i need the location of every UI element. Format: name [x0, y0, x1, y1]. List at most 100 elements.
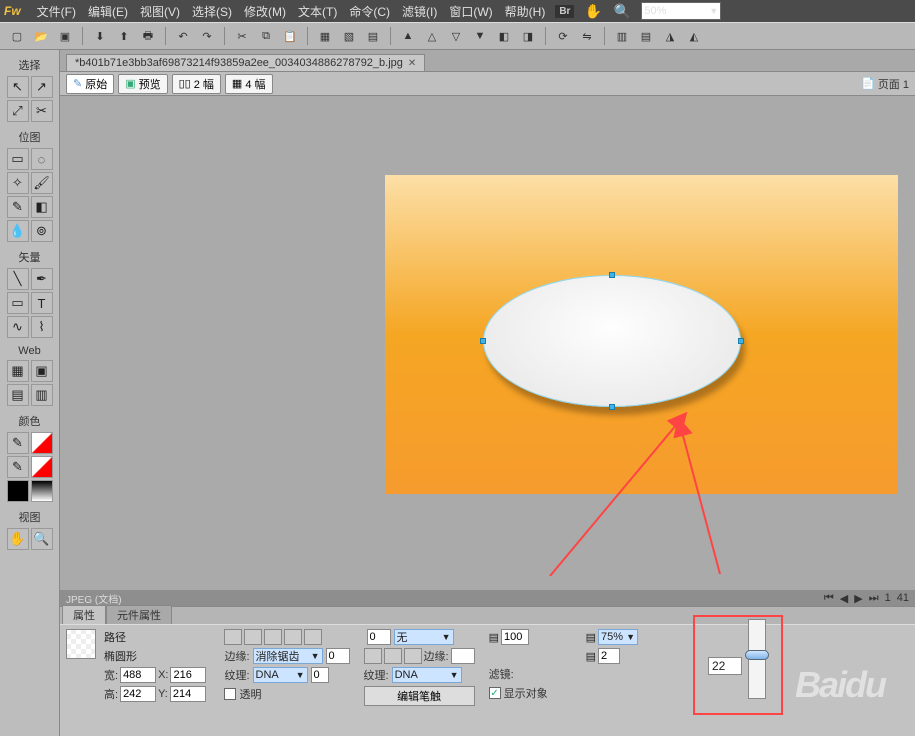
front-icon[interactable]: ▲	[397, 25, 419, 47]
zoom-select[interactable]: 50%▼	[641, 2, 721, 20]
t1-icon[interactable]: ▥	[611, 25, 633, 47]
width-input[interactable]	[120, 667, 156, 683]
menu-window[interactable]: 窗口(W)	[443, 3, 498, 20]
hand-tool-icon[interactable]: ✋	[7, 528, 29, 550]
stroke-edge-input[interactable]	[451, 648, 475, 664]
handle-right[interactable]	[738, 338, 744, 344]
back-icon[interactable]: ▼	[469, 25, 491, 47]
hide-slice-icon[interactable]: ▤	[7, 384, 29, 406]
fill-type-2[interactable]	[244, 629, 262, 645]
pointer-tool-icon[interactable]: ↖	[7, 76, 29, 98]
import-icon[interactable]: ⬇	[89, 25, 111, 47]
nav-next-icon[interactable]: ▶	[854, 592, 862, 605]
handle-left[interactable]	[480, 338, 486, 344]
scale-tool-icon[interactable]: ⤢	[7, 100, 29, 122]
nav-prev-icon[interactable]: ◀	[840, 592, 848, 605]
fill-type-3[interactable]	[264, 629, 282, 645]
knife-tool-icon[interactable]: ⌇	[31, 316, 53, 338]
texture-amount-input[interactable]	[311, 667, 329, 683]
hotspot-tool-icon[interactable]: ▣	[31, 360, 53, 382]
handle-top[interactable]	[609, 272, 615, 278]
close-tab-icon[interactable]: ✕	[408, 58, 416, 69]
fill-type-4[interactable]	[284, 629, 302, 645]
page-indicator[interactable]: 📄页面 1	[861, 76, 909, 92]
menu-text[interactable]: 文本(T)	[292, 3, 343, 20]
open-icon[interactable]: 📂	[30, 25, 52, 47]
forward-icon[interactable]: △	[421, 25, 443, 47]
stroke-swatch[interactable]	[31, 432, 53, 454]
flip-icon[interactable]: ⇋	[576, 25, 598, 47]
eyedropper-stroke-icon[interactable]: ✎	[7, 432, 29, 454]
align2-icon[interactable]: ◨	[517, 25, 539, 47]
pen-tool-icon[interactable]: ✒	[31, 268, 53, 290]
cut-icon[interactable]: ✂	[231, 25, 253, 47]
crop-tool-icon[interactable]: ✂	[31, 100, 53, 122]
menu-filter[interactable]: 滤镜(I)	[396, 3, 443, 20]
rotate-icon[interactable]: ⟳	[552, 25, 574, 47]
pencil-tool-icon[interactable]: ✎	[7, 196, 29, 218]
ungroup-icon[interactable]: ▧	[338, 25, 360, 47]
texture-select[interactable]: DNA▼	[253, 667, 308, 683]
stroke-align-1[interactable]	[364, 648, 382, 664]
default-colors-icon[interactable]	[7, 480, 29, 502]
fill-type-1[interactable]	[224, 629, 242, 645]
new-icon[interactable]: ▢	[6, 25, 28, 47]
line-tool-icon[interactable]: ╲	[7, 268, 29, 290]
edge-amount-input[interactable]	[326, 648, 350, 664]
text-tool-icon[interactable]: T	[31, 292, 53, 314]
handle-bottom[interactable]	[609, 404, 615, 410]
slider-value-input[interactable]: 22	[708, 657, 742, 675]
x-input[interactable]	[170, 667, 206, 683]
swap-colors-icon[interactable]	[31, 480, 53, 502]
stroke-cat-select[interactable]: 无▼	[394, 629, 454, 645]
menu-help[interactable]: 帮助(H)	[499, 3, 552, 20]
view-original[interactable]: ✎原始	[66, 74, 114, 94]
redo-icon[interactable]: ↷	[196, 25, 218, 47]
group-icon[interactable]: ▦	[314, 25, 336, 47]
slice-tool-icon[interactable]: ▦	[7, 360, 29, 382]
marquee-tool-icon[interactable]: ▭	[7, 148, 29, 170]
menu-modify[interactable]: 修改(M)	[238, 3, 292, 20]
menu-file[interactable]: 文件(F)	[31, 3, 82, 20]
nav-first-icon[interactable]: ⏮	[824, 592, 834, 605]
stroke-align-3[interactable]	[404, 648, 422, 664]
edge-select[interactable]: 消除锯齿▼	[253, 648, 323, 664]
fill-swatch[interactable]	[31, 456, 53, 478]
lasso-tool-icon[interactable]: ◌	[31, 148, 53, 170]
transparent-checkbox[interactable]	[224, 688, 236, 700]
opacity-slider[interactable]	[748, 619, 766, 699]
preview-swatch[interactable]	[66, 629, 96, 659]
brush-tool-icon[interactable]: 🖌	[31, 172, 53, 194]
nav-last-icon[interactable]: ⏭	[869, 592, 879, 605]
stroke-align-2[interactable]	[384, 648, 402, 664]
document-tab[interactable]: *b401b71e3bb3af69873214f93859a2ee_003403…	[66, 54, 425, 71]
menu-view[interactable]: 视图(V)	[134, 3, 186, 20]
show-object-checkbox[interactable]: ✓	[489, 687, 501, 699]
y-input[interactable]	[170, 686, 206, 702]
view-4up[interactable]: ▦4 幅	[225, 74, 273, 94]
menu-select[interactable]: 选择(S)	[186, 3, 238, 20]
pct-select[interactable]: 75%▼	[598, 629, 638, 645]
slider-thumb[interactable]	[745, 650, 769, 660]
stamp-tool-icon[interactable]: ⊚	[31, 220, 53, 242]
tab-component-properties[interactable]: 元件属性	[106, 605, 172, 624]
tab-properties[interactable]: 属性	[62, 605, 106, 624]
stroke-texture-select[interactable]: DNA▼	[392, 667, 462, 683]
fill-type-5[interactable]	[304, 629, 322, 645]
canvas[interactable]	[60, 96, 915, 590]
undo-icon[interactable]: ↶	[172, 25, 194, 47]
t2-icon[interactable]: ▤	[635, 25, 657, 47]
freeform-tool-icon[interactable]: ∿	[7, 316, 29, 338]
menu-command[interactable]: 命令(C)	[343, 3, 396, 20]
hand-icon[interactable]: ✋	[584, 3, 601, 20]
edit-brush-button[interactable]: 编辑笔触	[364, 686, 475, 706]
bridge-icon[interactable]: Br	[555, 5, 574, 18]
small-input[interactable]	[598, 648, 620, 664]
backward-icon[interactable]: ▽	[445, 25, 467, 47]
copy-icon[interactable]: ⧉	[255, 25, 277, 47]
ellipse-shape[interactable]	[483, 275, 741, 407]
paste-icon[interactable]: 📋	[279, 25, 301, 47]
eraser-tool-icon[interactable]: ◧	[31, 196, 53, 218]
align1-icon[interactable]: ◧	[493, 25, 515, 47]
shape-tool-icon[interactable]: ▭	[7, 292, 29, 314]
